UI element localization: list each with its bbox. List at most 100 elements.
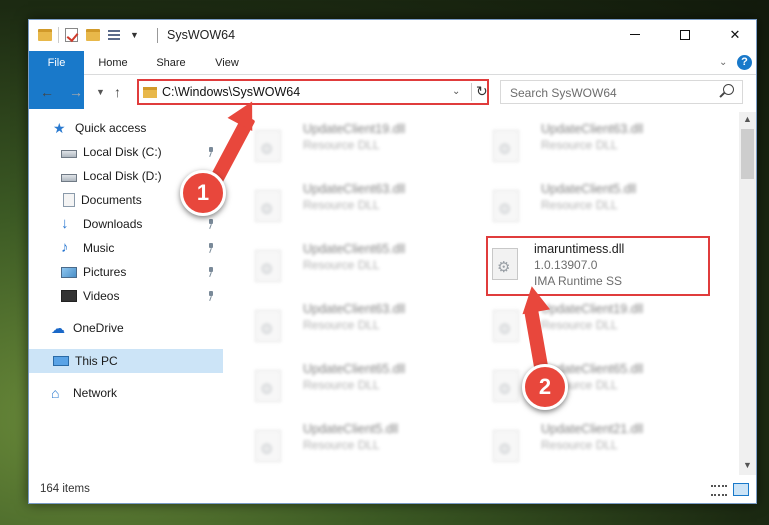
file-tile[interactable]: UpdateClient63.dll Resource DLL — [240, 176, 470, 234]
file-tile[interactable]: UpdateClient65.dll Resource DLL — [240, 236, 470, 294]
dll-file-icon — [255, 430, 281, 462]
vertical-scrollbar[interactable]: ▲ ▼ — [739, 112, 756, 475]
annotation-arrowhead-2 — [517, 283, 551, 315]
disk-icon — [61, 174, 77, 182]
dll-file-icon — [255, 190, 281, 222]
refresh-icon[interactable]: ↻ — [471, 83, 488, 101]
file-name: UpdateClient63.dll — [303, 182, 406, 196]
sidebar-item-quick-access[interactable]: ★ Quick access — [29, 116, 223, 140]
highlighted-file-tile[interactable]: imaruntimess.dll 1.0.13907.0 IMA Runtime… — [486, 236, 710, 296]
file-name: imaruntimess.dll — [534, 242, 625, 256]
window-title: SysWOW64 — [167, 28, 236, 42]
network-icon: ⌂ — [51, 385, 60, 401]
dll-file-icon — [255, 310, 281, 342]
pin-icon[interactable] — [207, 267, 215, 277]
search-icon[interactable] — [723, 84, 734, 95]
close-icon: ✕ — [729, 26, 741, 42]
dll-file-icon — [255, 370, 281, 402]
file-tile[interactable]: UpdateClient19.dll Resource DLL — [240, 116, 470, 174]
videos-icon — [61, 290, 77, 302]
file-tile[interactable]: UpdateClient63.dll Resource DLL — [478, 116, 708, 174]
properties-check-icon[interactable] — [65, 28, 78, 42]
file-tile[interactable]: UpdateClient65.dll Resource DLL — [240, 356, 470, 414]
file-description: Resource DLL — [303, 378, 380, 392]
sidebar-item-videos[interactable]: Videos — [29, 284, 223, 308]
forward-arrow-icon[interactable]: → — [69, 84, 83, 100]
details-view-icon[interactable] — [711, 485, 727, 496]
scroll-down-arrow-icon[interactable]: ▼ — [743, 460, 752, 470]
file-tile[interactable]: UpdateClient5.dll Resource DLL — [240, 416, 470, 472]
sidebar-item-local-disk-c[interactable]: Local Disk (C:) — [29, 140, 223, 164]
dll-file-icon — [255, 250, 281, 282]
address-folder-icon — [143, 87, 157, 98]
cloud-icon: ☁ — [51, 320, 65, 336]
sidebar-item-downloads[interactable]: ↓ Downloads — [29, 212, 223, 236]
sidebar-item-music[interactable]: ♪ Music — [29, 236, 223, 260]
maximize-button[interactable] — [662, 20, 708, 49]
back-arrow-icon[interactable]: ← — [40, 84, 54, 100]
file-name: UpdateClient21.dll — [541, 422, 644, 436]
sidebar-item-network[interactable]: ⌂ Network — [29, 381, 223, 405]
file-tile[interactable]: UpdateClient21.dll Resource DLL — [478, 416, 708, 472]
file-name: UpdateClient5.dll — [303, 422, 399, 436]
status-bar: 164 items — [29, 478, 756, 504]
recent-locations-chevron-icon[interactable]: ▼ — [96, 87, 105, 97]
minimize-icon — [630, 34, 640, 35]
file-tile[interactable]: UpdateClient19.dll Resource DLL — [478, 296, 708, 354]
pin-icon[interactable] — [207, 219, 215, 229]
file-version: 1.0.13907.0 — [534, 258, 598, 272]
file-name: UpdateClient63.dll — [303, 302, 406, 316]
new-folder-icon[interactable] — [86, 29, 100, 41]
file-description: Resource DLL — [303, 318, 380, 332]
pin-icon[interactable] — [207, 291, 215, 301]
sidebar-item-label: Videos — [83, 289, 120, 303]
tab-home[interactable]: Home — [91, 51, 135, 75]
sidebar-item-label: Pictures — [83, 265, 127, 279]
sidebar-item-label: Documents — [81, 193, 142, 207]
minimize-button[interactable] — [612, 20, 658, 49]
scroll-up-arrow-icon[interactable]: ▲ — [743, 114, 752, 124]
tab-view[interactable]: View — [205, 51, 249, 75]
up-arrow-icon[interactable]: ↑ — [114, 84, 121, 100]
tiles-view-icon[interactable] — [733, 483, 749, 496]
dll-file-icon — [255, 130, 281, 162]
sidebar-item-label: Local Disk (D:) — [83, 169, 162, 183]
pin-icon[interactable] — [207, 243, 215, 253]
scroll-thumb[interactable] — [741, 129, 754, 179]
dll-file-icon — [493, 310, 519, 342]
sidebar-item-pictures[interactable]: Pictures — [29, 260, 223, 284]
file-tile[interactable]: UpdateClient5.dll Resource DLL — [478, 176, 708, 234]
pin-icon[interactable] — [207, 147, 215, 157]
file-tile[interactable]: UpdateClient63.dll Resource DLL — [240, 296, 470, 354]
ribbon-tabs: File Home Share View ⌄ ? — [29, 51, 756, 109]
tab-share[interactable]: Share — [146, 51, 196, 75]
file-description: Resource DLL — [303, 198, 380, 212]
file-description: Resource DLL — [541, 438, 618, 452]
help-button[interactable]: ? — [737, 55, 752, 70]
properties-icon[interactable] — [108, 28, 126, 42]
search-input[interactable]: Search SysWOW64 — [500, 80, 743, 104]
folder-icon — [38, 29, 52, 41]
file-list: UpdateClient19.dll Resource DLL UpdateCl… — [234, 112, 739, 472]
toolbar-divider — [58, 27, 59, 43]
customize-toolbar-chevron-icon[interactable]: ▼ — [130, 30, 139, 40]
sidebar-item-this-pc[interactable]: This PC — [29, 349, 223, 373]
sidebar-item-label: OneDrive — [73, 321, 124, 335]
address-bar[interactable]: C:\Windows\SysWOW64 ⌄ ↻ — [137, 79, 489, 105]
file-description: Resource DLL — [303, 438, 380, 452]
address-history-chevron-icon[interactable]: ⌄ — [452, 86, 460, 97]
file-name: UpdateClient65.dll — [303, 362, 406, 376]
file-name: UpdateClient19.dll — [541, 302, 644, 316]
expand-ribbon-chevron-icon[interactable]: ⌄ — [719, 57, 727, 68]
address-path[interactable]: C:\Windows\SysWOW64 — [162, 85, 300, 99]
sidebar-item-onedrive[interactable]: ☁ OneDrive — [29, 316, 223, 340]
search-placeholder: Search SysWOW64 — [510, 86, 617, 100]
file-description: Resource DLL — [541, 198, 618, 212]
file-name: UpdateClient63.dll — [541, 122, 644, 136]
item-count: 164 items — [40, 483, 90, 495]
file-tile[interactable]: UpdateClient65.dll Resource DLL — [478, 356, 708, 414]
dll-file-icon — [493, 430, 519, 462]
file-name: UpdateClient19.dll — [303, 122, 406, 136]
sidebar-item-label: Quick access — [75, 121, 147, 135]
close-button[interactable]: ✕ — [712, 20, 758, 49]
